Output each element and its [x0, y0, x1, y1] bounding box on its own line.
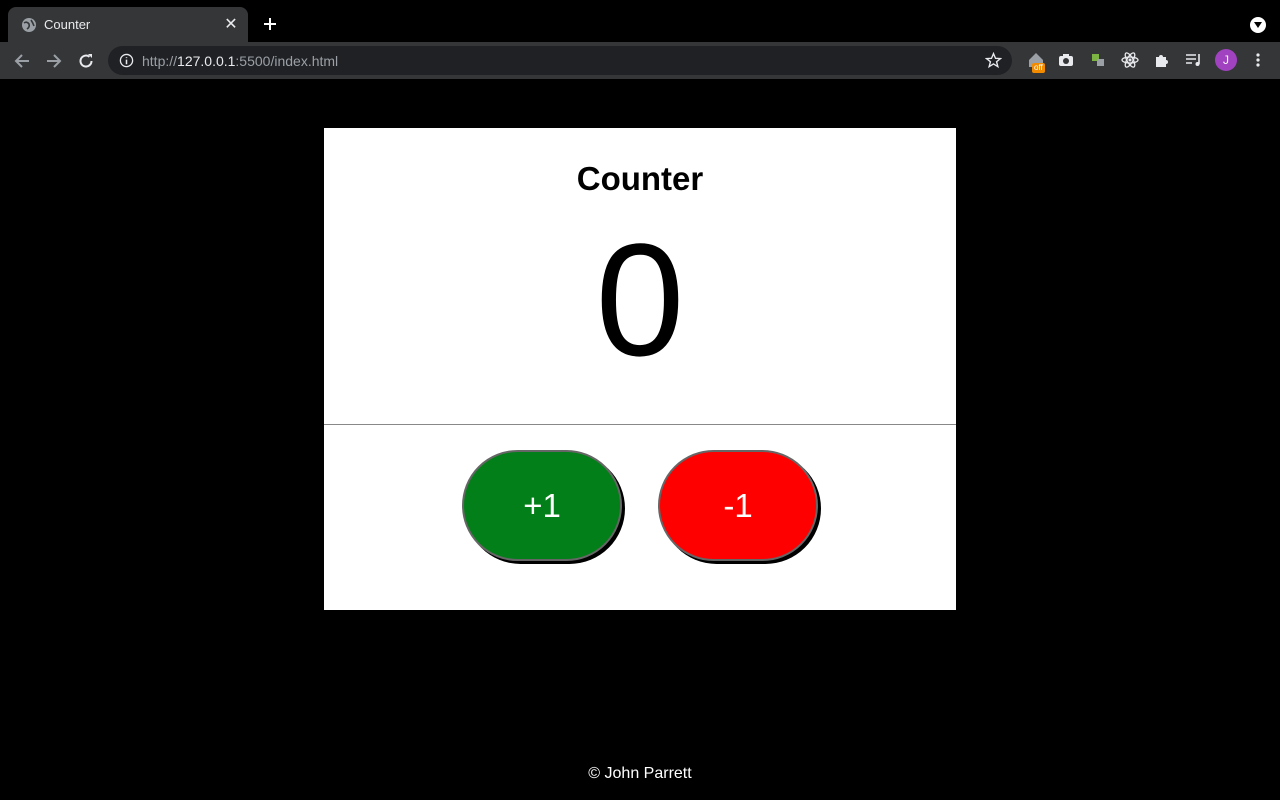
decrement-button[interactable]: -1 — [658, 450, 818, 561]
media-control-button[interactable] — [1184, 50, 1204, 70]
page-title: Counter — [576, 160, 704, 197]
plus-icon — [264, 18, 276, 30]
tab-title: Counter — [44, 17, 91, 32]
footer-copyright: © John Parrett — [588, 765, 692, 782]
browser-tab[interactable]: Counter ✕ — [8, 7, 248, 42]
reload-icon — [79, 54, 93, 68]
tab-search-button[interactable] — [1250, 17, 1266, 33]
url-text: http://127.0.0.1:5500/index.html — [142, 53, 338, 69]
back-button[interactable] — [9, 48, 35, 74]
reload-button[interactable] — [73, 48, 99, 74]
extension-camera-icon[interactable] — [1056, 50, 1076, 70]
extensions-button[interactable] — [1152, 50, 1172, 70]
counter-card: Counter 0 +1 -1 — [324, 128, 956, 610]
extension-react-icon[interactable] — [1120, 50, 1140, 70]
arrow-right-icon — [47, 54, 62, 68]
arrow-left-icon — [14, 54, 29, 68]
chevron-down-icon — [1254, 22, 1262, 28]
increment-button[interactable]: +1 — [462, 450, 622, 561]
divider — [324, 424, 956, 425]
url-host: 127.0.0.1 — [177, 53, 236, 69]
star-icon[interactable] — [985, 52, 1002, 69]
browser-menu-button[interactable] — [1248, 50, 1268, 70]
url-scheme: http:// — [142, 53, 178, 69]
playlist-icon — [1186, 54, 1200, 66]
url-path: :5500/index.html — [235, 53, 339, 69]
extension-badge: off — [1032, 63, 1045, 73]
browser-toolbar: http://127.0.0.1:5500/index.html — [0, 42, 1280, 79]
address-bar[interactable]: http://127.0.0.1:5500/index.html — [108, 46, 1012, 75]
new-tab-button[interactable] — [258, 12, 282, 36]
profile-avatar[interactable]: J — [1215, 49, 1237, 71]
forward-button[interactable] — [41, 48, 67, 74]
extension-puzzle-green-icon[interactable] — [1088, 50, 1108, 70]
tool-icon — [1092, 54, 1104, 66]
globe-icon — [22, 18, 36, 32]
tab-bar: Counter ✕ — [0, 0, 1280, 42]
react-icon — [1121, 52, 1139, 68]
counter-value: 0 — [595, 210, 685, 389]
more-vertical-icon — [1256, 53, 1260, 67]
close-tab-icon[interactable]: ✕ — [222, 15, 240, 33]
page-viewport: Counter 0 +1 -1 © John Parrett — [0, 79, 1280, 800]
camera-icon — [1059, 54, 1073, 66]
info-icon[interactable] — [119, 53, 134, 68]
puzzle-icon — [1156, 55, 1168, 67]
